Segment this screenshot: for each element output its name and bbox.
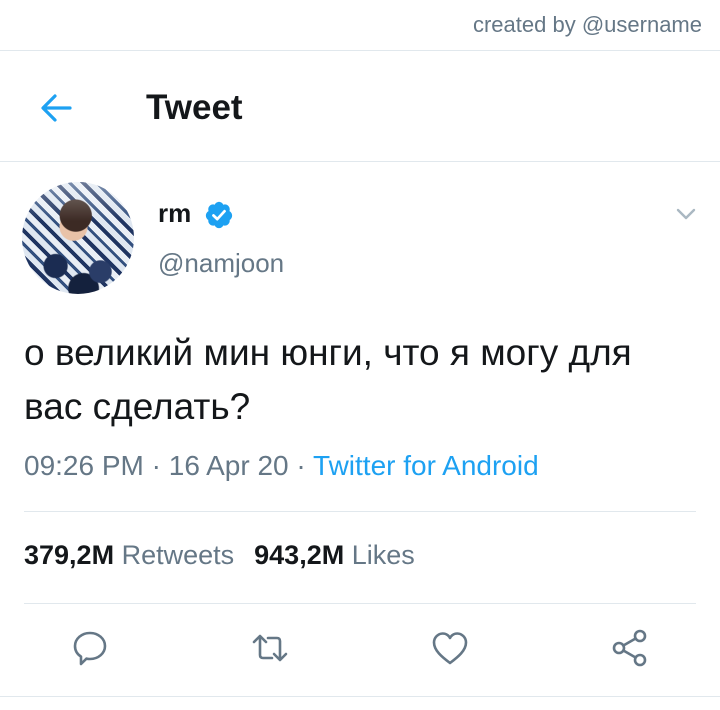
tweet-meta: 09:26 PM · 16 Apr 20 · Twitter for Andro…	[24, 450, 539, 482]
reply-icon[interactable]	[70, 628, 110, 668]
share-icon[interactable]	[610, 628, 650, 668]
divider	[24, 603, 696, 604]
tweet-date: 16 Apr 20	[168, 450, 289, 481]
tweet-time: 09:26 PM	[24, 450, 144, 481]
author-handle[interactable]: @namjoon	[158, 248, 284, 279]
meta-separator: ·	[296, 450, 306, 481]
likes-label[interactable]: Likes	[352, 540, 415, 570]
credit-text: created by @username	[472, 12, 702, 37]
retweet-icon[interactable]	[250, 628, 290, 668]
back-arrow-icon	[41, 94, 72, 122]
author-name[interactable]: rm	[158, 198, 191, 229]
divider	[0, 161, 720, 162]
like-icon[interactable]	[430, 628, 470, 668]
chevron-down-icon[interactable]	[672, 200, 700, 228]
tweet-stats: 379,2M Retweets 943,2M Likes	[24, 540, 415, 571]
likes-count[interactable]: 943,2M	[254, 540, 344, 570]
page-title: Tweet	[146, 88, 243, 127]
divider	[24, 511, 696, 512]
verified-badge-icon	[205, 201, 233, 229]
divider	[0, 696, 720, 697]
tweet-text: о великий мин юнги, что я могу для вас с…	[24, 332, 632, 427]
back-button[interactable]	[30, 86, 82, 130]
meta-separator: ·	[151, 450, 161, 481]
tweet-source-link[interactable]: Twitter for Android	[313, 450, 539, 481]
divider	[0, 50, 720, 51]
retweets-label[interactable]: Retweets	[122, 540, 235, 570]
retweets-count[interactable]: 379,2M	[24, 540, 114, 570]
avatar[interactable]	[22, 182, 134, 294]
